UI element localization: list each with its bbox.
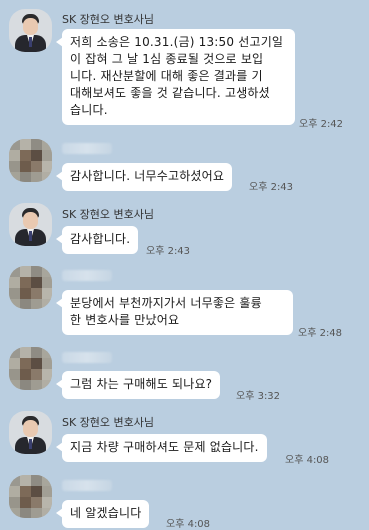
message-time: 오후 4:08 [285, 455, 330, 466]
message-text: 지금 차량 구매하셔도 문제 없습니다. [70, 440, 259, 454]
lawyer-avatar[interactable] [9, 203, 52, 246]
blurred-sender-name [62, 352, 112, 363]
message-time: 오후 3:32 [236, 391, 281, 402]
blurred-avatar[interactable] [9, 139, 52, 182]
message-bubble[interactable]: 감사합니다. [55, 226, 139, 254]
sender-name: SK 장현오 변호사님 [62, 13, 155, 26]
message-text: 그럼 차는 구매해도 되나요? [70, 377, 213, 391]
lawyer-avatar[interactable] [9, 411, 52, 454]
blurred-avatar[interactable] [9, 347, 52, 390]
message-line: 습니다. [70, 103, 108, 117]
message-line: 이 잡혀 그 날 1심 종료될 것으로 보입 [70, 52, 264, 66]
message-time: 오후 2:42 [299, 119, 344, 130]
message-bubble[interactable]: 네 알겠습니다 [55, 500, 150, 528]
message-line: 대해보셔도 좋을 것 같습니다. 고생하셨 [70, 86, 270, 100]
blurred-sender-name [62, 143, 112, 154]
message-bubble[interactable]: 지금 차량 구매하셔도 문제 없습니다. [56, 434, 267, 462]
message-time: 오후 4:08 [166, 519, 211, 530]
message-text: 감사합니다. [70, 232, 131, 246]
message-bubble[interactable]: 저희 소송은 10.31.(금) 13:50 선고기일 이 잡혀 그 날 1심 … [56, 29, 295, 125]
message-line: 한 변호사를 만났어요 [70, 313, 180, 327]
message-line: 니다. 재산분할에 대해 좋은 결과를 기 [70, 69, 263, 83]
message-text: 네 알겠습니다 [70, 506, 142, 520]
blurred-avatar[interactable] [9, 475, 52, 518]
message-time: 오후 2:48 [298, 328, 343, 339]
message-time: 오후 2:43 [146, 246, 191, 257]
message-line: 저희 소송은 10.31.(금) 13:50 선고기일 [70, 35, 284, 49]
blurred-avatar[interactable] [9, 266, 52, 309]
message-bubble[interactable]: 감사합니다. 너무수고하셨어요 [55, 163, 233, 191]
blurred-sender-name [62, 480, 112, 491]
message-line: 분당에서 부천까지가서 너무좋은 훌륭 [70, 296, 262, 310]
sender-name: SK 장현오 변호사님 [62, 416, 155, 429]
blurred-sender-name [62, 270, 112, 281]
lawyer-avatar[interactable] [9, 9, 52, 52]
message-text: 감사합니다. 너무수고하셨어요 [70, 169, 225, 183]
message-bubble[interactable]: 그럼 차는 구매해도 되나요? [55, 371, 221, 399]
message-time: 오후 2:43 [249, 182, 294, 193]
message-bubble[interactable]: 분당에서 부천까지가서 너무좋은 훌륭 한 변호사를 만났어요 [56, 290, 293, 335]
sender-name: SK 장현오 변호사님 [62, 208, 155, 221]
